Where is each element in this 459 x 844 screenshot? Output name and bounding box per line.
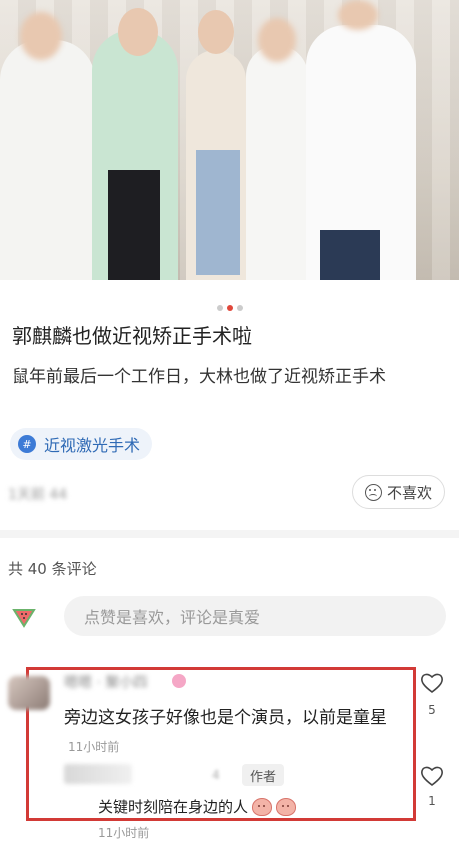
- like-count: 1: [428, 794, 436, 808]
- carousel-dot[interactable]: [236, 305, 243, 311]
- commenter-name[interactable]: 嗯嗯 · 聚小四: [64, 672, 147, 692]
- person-legs: [108, 170, 160, 280]
- post-title: 郭麒麟也做近视矫正手术啦: [12, 324, 252, 348]
- carousel-dot-active[interactable]: [226, 305, 233, 311]
- peach-emoji-icon: [252, 797, 273, 816]
- like-count: 5: [428, 703, 436, 717]
- comment-count: 共 40 条评论: [8, 560, 97, 578]
- dislike-button[interactable]: 不喜欢: [351, 475, 445, 509]
- commenter-avatar[interactable]: [8, 676, 50, 710]
- topic-tag[interactable]: # 近视激光手术: [10, 428, 153, 460]
- author-badge: 作者: [242, 764, 285, 786]
- face-blurred: [338, 0, 378, 30]
- person-legs: [320, 230, 380, 280]
- comment-body: 旁边这女孩子好像也是个演员，以前是童星: [64, 708, 387, 728]
- sad-face-icon: [364, 483, 382, 501]
- hashtag-icon: #: [18, 435, 36, 453]
- reply-body: 关键时刻陪在身边的人: [98, 798, 249, 816]
- post-photo[interactable]: [0, 0, 459, 280]
- comment-input[interactable]: 点赞是喜欢，评论是真爱: [64, 596, 446, 636]
- dislike-label: 不喜欢: [386, 483, 432, 502]
- topic-tag-label: 近视激光手术: [44, 436, 141, 455]
- reply-username-blurred[interactable]: [64, 764, 132, 784]
- person-jeans: [196, 150, 240, 275]
- comment-text: 旁边这女孩子好像也是个演员，以前是童星 11小时前: [64, 704, 404, 761]
- heart-icon[interactable]: [420, 765, 444, 787]
- reply-badge-blurred: 4: [212, 768, 220, 782]
- face-blurred: [20, 12, 62, 60]
- reply-text: 关键时刻陪在身边的人: [98, 796, 297, 817]
- post-description: 鼠年前最后一个工作日，大林也做了近视矫正手术: [12, 367, 386, 387]
- post-meta-blurred: 1天前 44: [8, 487, 68, 503]
- peach-emoji-icon: [276, 797, 297, 816]
- person-doctor-middle: [246, 45, 308, 280]
- reply-time: 11小时前: [98, 826, 150, 840]
- comment-time: 11小时前: [68, 740, 120, 754]
- comment-input-placeholder: 点赞是喜欢，评论是真爱: [84, 608, 261, 627]
- carousel-dot[interactable]: [216, 305, 223, 311]
- face-blurred: [258, 18, 296, 62]
- carousel-indicator[interactable]: [0, 296, 459, 315]
- face: [198, 10, 234, 54]
- flower-badge-icon: [172, 674, 186, 688]
- section-divider: [0, 530, 459, 538]
- watermelon-avatar-icon: [12, 609, 36, 628]
- face: [118, 8, 158, 56]
- person-doctor-left: [0, 40, 95, 280]
- heart-icon[interactable]: [420, 672, 444, 694]
